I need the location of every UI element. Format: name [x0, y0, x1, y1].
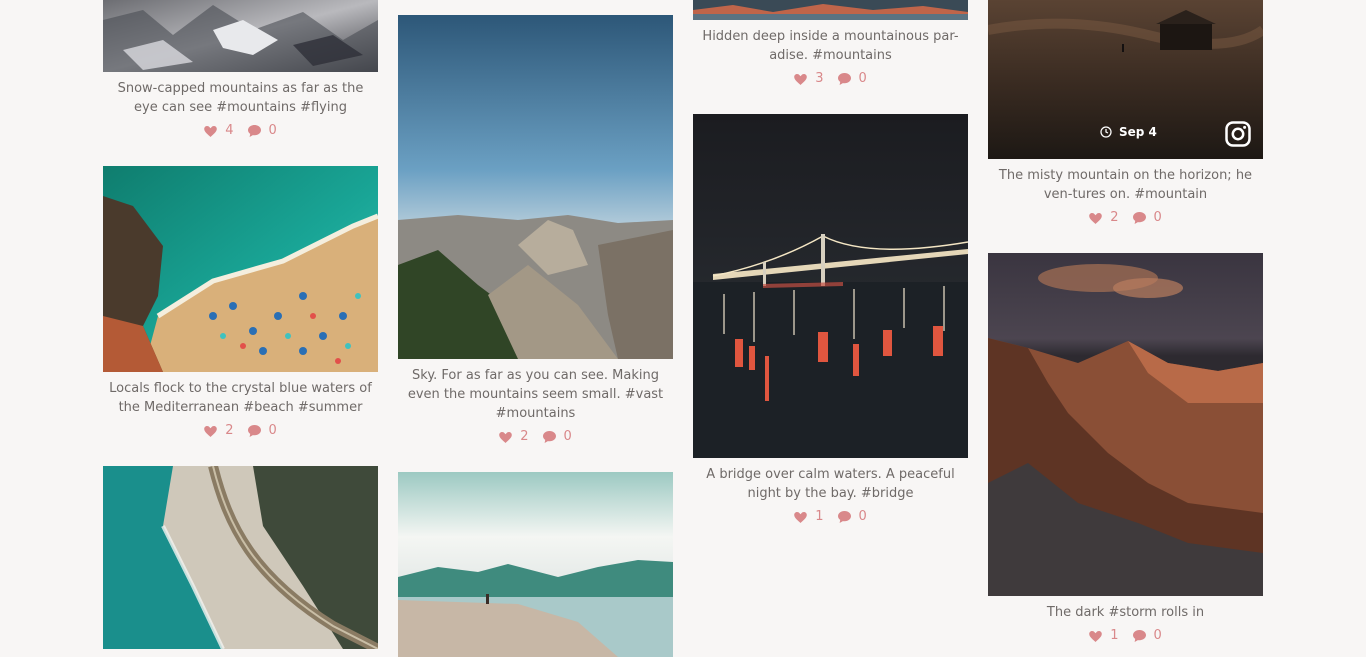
post-photo-sky-valley[interactable]	[398, 15, 673, 359]
comment-icon	[1132, 630, 1146, 642]
post-stats: 4 0	[103, 123, 378, 139]
post-stats: 2 0	[398, 429, 673, 445]
post-caption: Snow-capped mountains as far as the eye …	[117, 81, 364, 115]
clock-icon	[1100, 126, 1112, 138]
post-photo-bridge-night[interactable]	[693, 114, 968, 458]
post-photo-beach[interactable]	[103, 166, 378, 372]
post-date-value: Sep 4	[1119, 125, 1157, 139]
comment-count[interactable]: 0	[1132, 628, 1162, 644]
post-caption: Hidden deep inside a mountainous par-adi…	[702, 29, 959, 63]
post-stats: 1 0	[988, 628, 1263, 644]
post-caption: A bridge over calm waters. A peaceful ni…	[706, 467, 955, 501]
like-count[interactable]: 2	[499, 429, 529, 445]
comment-count[interactable]: 0	[542, 429, 572, 445]
comment-icon	[837, 511, 851, 523]
like-count[interactable]: 1	[1089, 628, 1119, 644]
comment-count[interactable]: 0	[837, 509, 867, 525]
comment-count[interactable]: 0	[247, 123, 277, 139]
post-card	[398, 472, 673, 657]
comment-count-value: 0	[563, 429, 572, 444]
comment-icon	[247, 125, 261, 137]
post-photo-snow-mountains[interactable]	[103, 0, 378, 72]
post-stats: 2 0	[988, 210, 1263, 226]
post-photo-storm[interactable]	[988, 253, 1263, 596]
post-card: Snow-capped mountains as far as the eye …	[103, 0, 378, 140]
post-photo-mountain-paradise[interactable]	[693, 0, 968, 20]
like-count-value: 1	[1110, 628, 1119, 643]
post-caption: The dark #storm rolls in	[1046, 605, 1205, 620]
like-count-value: 2	[225, 423, 234, 438]
comment-icon	[247, 425, 261, 437]
post-photo-misty-mountain[interactable]: Sep 4	[988, 0, 1263, 159]
heart-icon	[204, 425, 218, 437]
post-card	[103, 466, 378, 649]
post-card: Sep 4 The misty mountain on the horizon;…	[988, 0, 1263, 228]
heart-icon	[1089, 630, 1103, 642]
like-count-value: 1	[815, 509, 824, 524]
heart-icon	[499, 431, 513, 443]
post-stats: 2 0	[103, 423, 378, 439]
post-stats: 3 0	[693, 71, 968, 87]
post-date: Sep 4	[1100, 125, 1157, 139]
comment-icon	[1132, 212, 1146, 224]
like-count[interactable]: 3	[794, 71, 824, 87]
post-photo-coastal-road[interactable]	[103, 466, 378, 649]
comment-icon	[837, 73, 851, 85]
like-count[interactable]: 2	[1089, 210, 1119, 226]
post-card: Hidden deep inside a mountainous par-adi…	[693, 0, 968, 90]
like-count[interactable]: 4	[204, 123, 234, 139]
post-caption: Sky. For as far as you can see. Making e…	[407, 368, 664, 421]
comment-count[interactable]: 0	[1132, 210, 1162, 226]
like-count-value: 3	[815, 71, 824, 86]
comment-count-value: 0	[1153, 628, 1162, 643]
post-stats: 1 0	[693, 509, 968, 525]
comment-count[interactable]: 0	[837, 71, 867, 87]
comment-count-value: 0	[858, 509, 867, 524]
post-card: Sky. For as far as you can see. Making e…	[398, 15, 673, 455]
comment-count-value: 0	[268, 123, 277, 138]
like-count-value: 2	[520, 429, 529, 444]
comment-count-value: 0	[268, 423, 277, 438]
comment-count[interactable]: 0	[247, 423, 277, 439]
post-card: The dark #storm rolls in 1 0	[988, 253, 1263, 653]
heart-icon	[204, 125, 218, 137]
comment-count-value: 0	[858, 71, 867, 86]
comment-icon	[542, 431, 556, 443]
instagram-icon[interactable]	[1225, 121, 1251, 147]
post-caption: Locals flock to the crystal blue waters …	[109, 381, 372, 415]
like-count[interactable]: 2	[204, 423, 234, 439]
heart-icon	[794, 73, 808, 85]
post-card: A bridge over calm waters. A peaceful ni…	[693, 114, 968, 534]
post-caption: The misty mountain on the horizon; he ve…	[998, 168, 1253, 202]
post-card: Locals flock to the crystal blue waters …	[103, 166, 378, 446]
like-count[interactable]: 1	[794, 509, 824, 525]
like-count-value: 4	[225, 123, 234, 138]
post-photo-lake-shore[interactable]	[398, 472, 673, 657]
like-count-value: 2	[1110, 210, 1119, 225]
heart-icon	[1089, 212, 1103, 224]
heart-icon	[794, 511, 808, 523]
comment-count-value: 0	[1153, 210, 1162, 225]
